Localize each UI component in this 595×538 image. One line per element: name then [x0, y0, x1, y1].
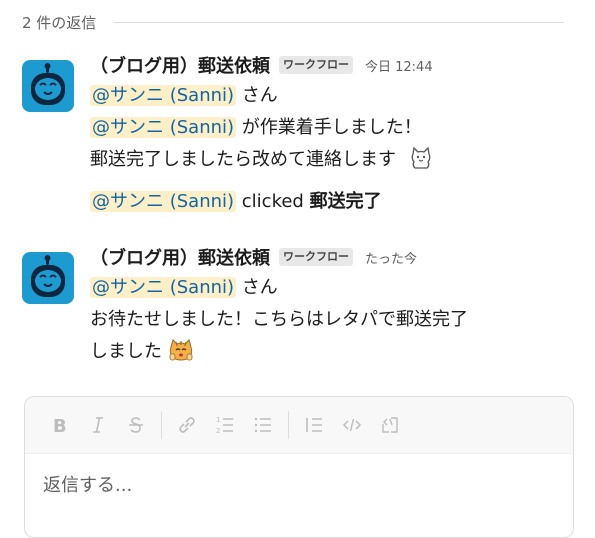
avatar[interactable]: [22, 252, 74, 304]
svg-text:1: 1: [216, 416, 220, 424]
message-line: しました: [90, 336, 580, 368]
message-line: @サンニ (Sanni) さん: [90, 272, 580, 304]
reply-input[interactable]: 返信する...: [43, 471, 132, 497]
user-mention[interactable]: @サンニ (Sanni): [90, 117, 237, 138]
message-line: @サンニ (Sanni) が作業着手しました！: [90, 112, 580, 144]
svg-text:2: 2: [216, 427, 220, 435]
sender-name[interactable]: （ブログ用）郵送依頼: [90, 244, 270, 270]
bold-icon[interactable]: B: [43, 408, 77, 442]
strikethrough-icon[interactable]: [119, 408, 153, 442]
user-mention[interactable]: @サンニ (Sanni): [90, 191, 237, 212]
sender-name[interactable]: （ブログ用）郵送依頼: [90, 52, 270, 78]
action-name: 郵送完了: [309, 191, 382, 212]
message-line: お待たせしました！こちらはレタパで郵送完了: [90, 309, 468, 330]
workflow-badge: ワークフロー: [279, 56, 353, 74]
code-block-icon[interactable]: [373, 408, 407, 442]
message-text: 郵送完了しましたら改めて連絡します: [90, 149, 396, 170]
message-line: 郵送完了しましたら改めて連絡します: [90, 144, 580, 176]
user-mention[interactable]: @サンニ (Sanni): [90, 85, 237, 106]
thread-reply-divider: 2 件の返信: [22, 10, 564, 34]
link-icon[interactable]: [170, 408, 204, 442]
code-icon[interactable]: [335, 408, 369, 442]
bulleted-list-icon[interactable]: [246, 408, 280, 442]
divider-line: [114, 21, 564, 23]
workflow-action-line: @サンニ (Sanni) clicked 郵送完了: [90, 186, 580, 218]
message-text: さん: [236, 85, 278, 106]
message-text: さん: [236, 277, 278, 298]
avatar[interactable]: [22, 60, 74, 112]
reply-count: 2 件の返信: [22, 13, 97, 32]
blockquote-icon[interactable]: [297, 408, 331, 442]
robot-avatar-icon: [22, 252, 74, 304]
cat-outline-emoji-icon: [408, 145, 434, 171]
timestamp[interactable]: たった今: [365, 248, 417, 267]
message: （ブログ用）郵送依頼 ワークフロー たった今 @サンニ (Sanni) さん お…: [22, 242, 582, 382]
user-mention[interactable]: @サンニ (Sanni): [90, 277, 237, 298]
formatting-toolbar: B 12: [25, 397, 573, 454]
cat-bow-emoji-icon: [168, 337, 194, 363]
message-text: が作業着手しました！: [236, 117, 422, 138]
robot-avatar-icon: [22, 60, 74, 112]
italic-icon[interactable]: [81, 408, 115, 442]
timestamp[interactable]: 今日 12:44: [365, 56, 433, 75]
message-text: しました: [90, 341, 162, 362]
ordered-list-icon[interactable]: 12: [208, 408, 242, 442]
reply-composer[interactable]: B 12 返信する...: [24, 396, 574, 538]
workflow-badge: ワークフロー: [279, 248, 353, 266]
toolbar-divider: [288, 411, 289, 439]
action-text: clicked: [236, 191, 310, 212]
svg-text:B: B: [53, 416, 67, 436]
message-line: @サンニ (Sanni) さん: [90, 80, 580, 112]
toolbar-divider: [161, 411, 162, 439]
message: （ブログ用）郵送依頼 ワークフロー 今日 12:44 @サンニ (Sanni) …: [22, 50, 582, 230]
